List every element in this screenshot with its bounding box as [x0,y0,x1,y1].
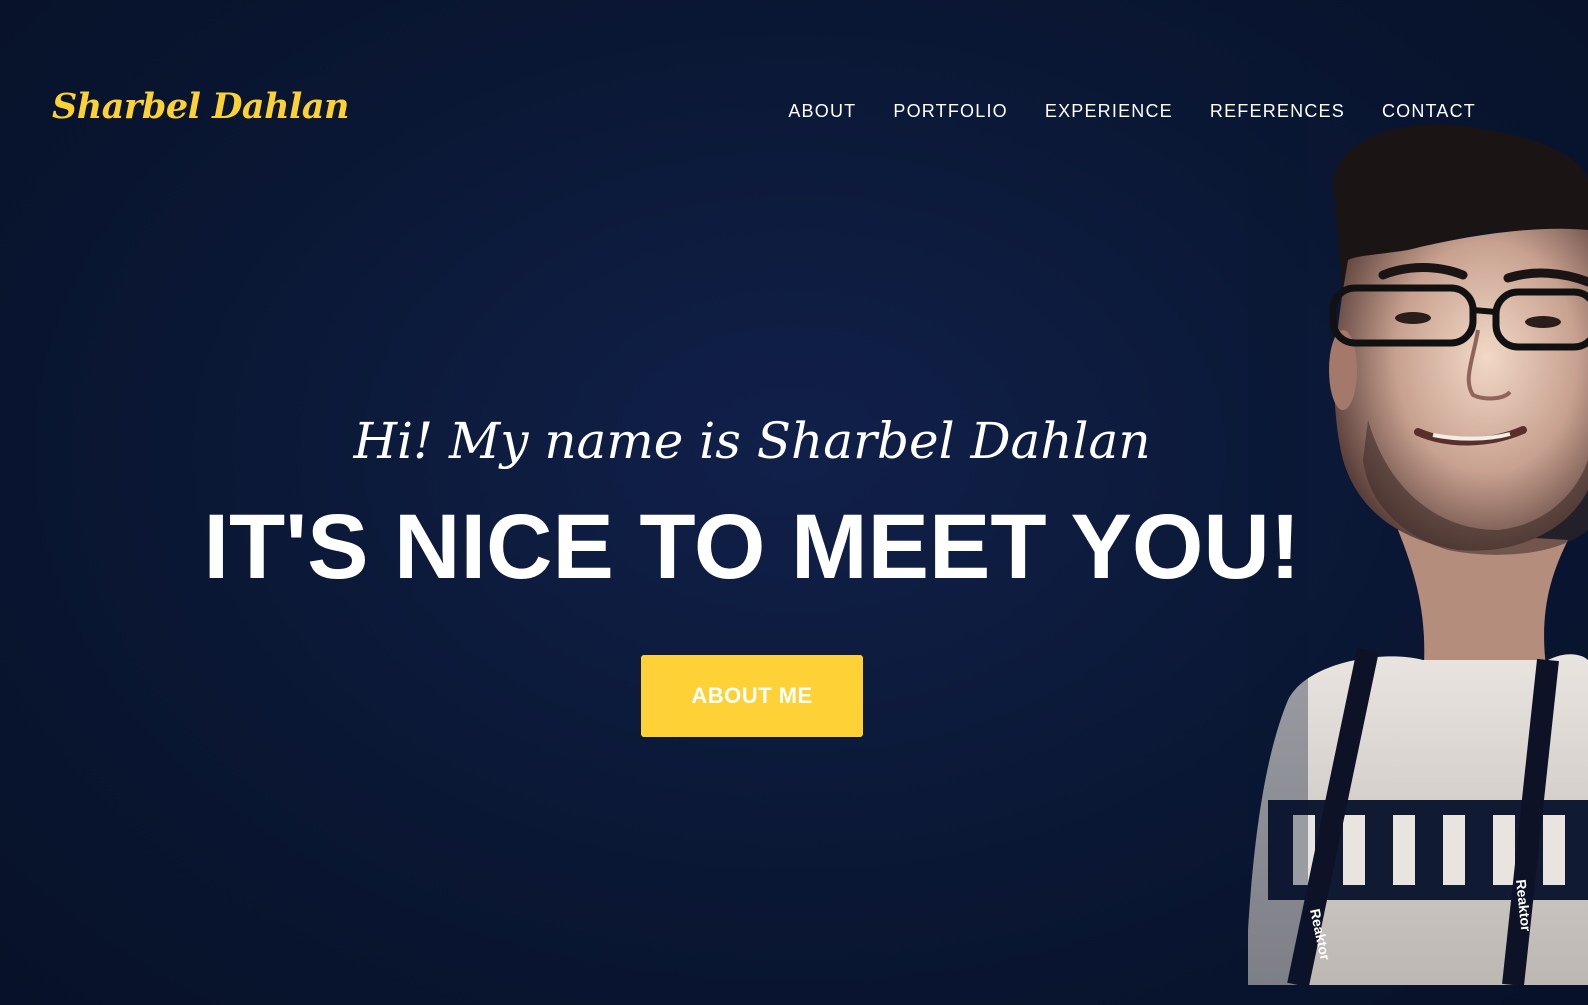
hero-greeting: Hi! My name is Sharbel Dahlan [353,412,1151,470]
site-logo[interactable]: Sharbel Dahlan [52,86,349,127]
hero-section: Reaktor Reaktor Sharbel Dahlan ABOUT POR… [0,0,1588,1005]
about-me-button[interactable]: ABOUT ME [641,655,863,737]
hero-headline: IT'S NICE TO MEET YOU! [203,496,1301,598]
nav-item-experience[interactable]: EXPERIENCE [1045,101,1173,122]
main-nav: ABOUT PORTFOLIO EXPERIENCE REFERENCES CO… [788,101,1476,122]
nav-item-contact[interactable]: CONTACT [1382,101,1476,122]
nav-item-portfolio[interactable]: PORTFOLIO [893,101,1008,122]
nav-item-references[interactable]: REFERENCES [1210,101,1345,122]
nav-item-about[interactable]: ABOUT [788,101,856,122]
